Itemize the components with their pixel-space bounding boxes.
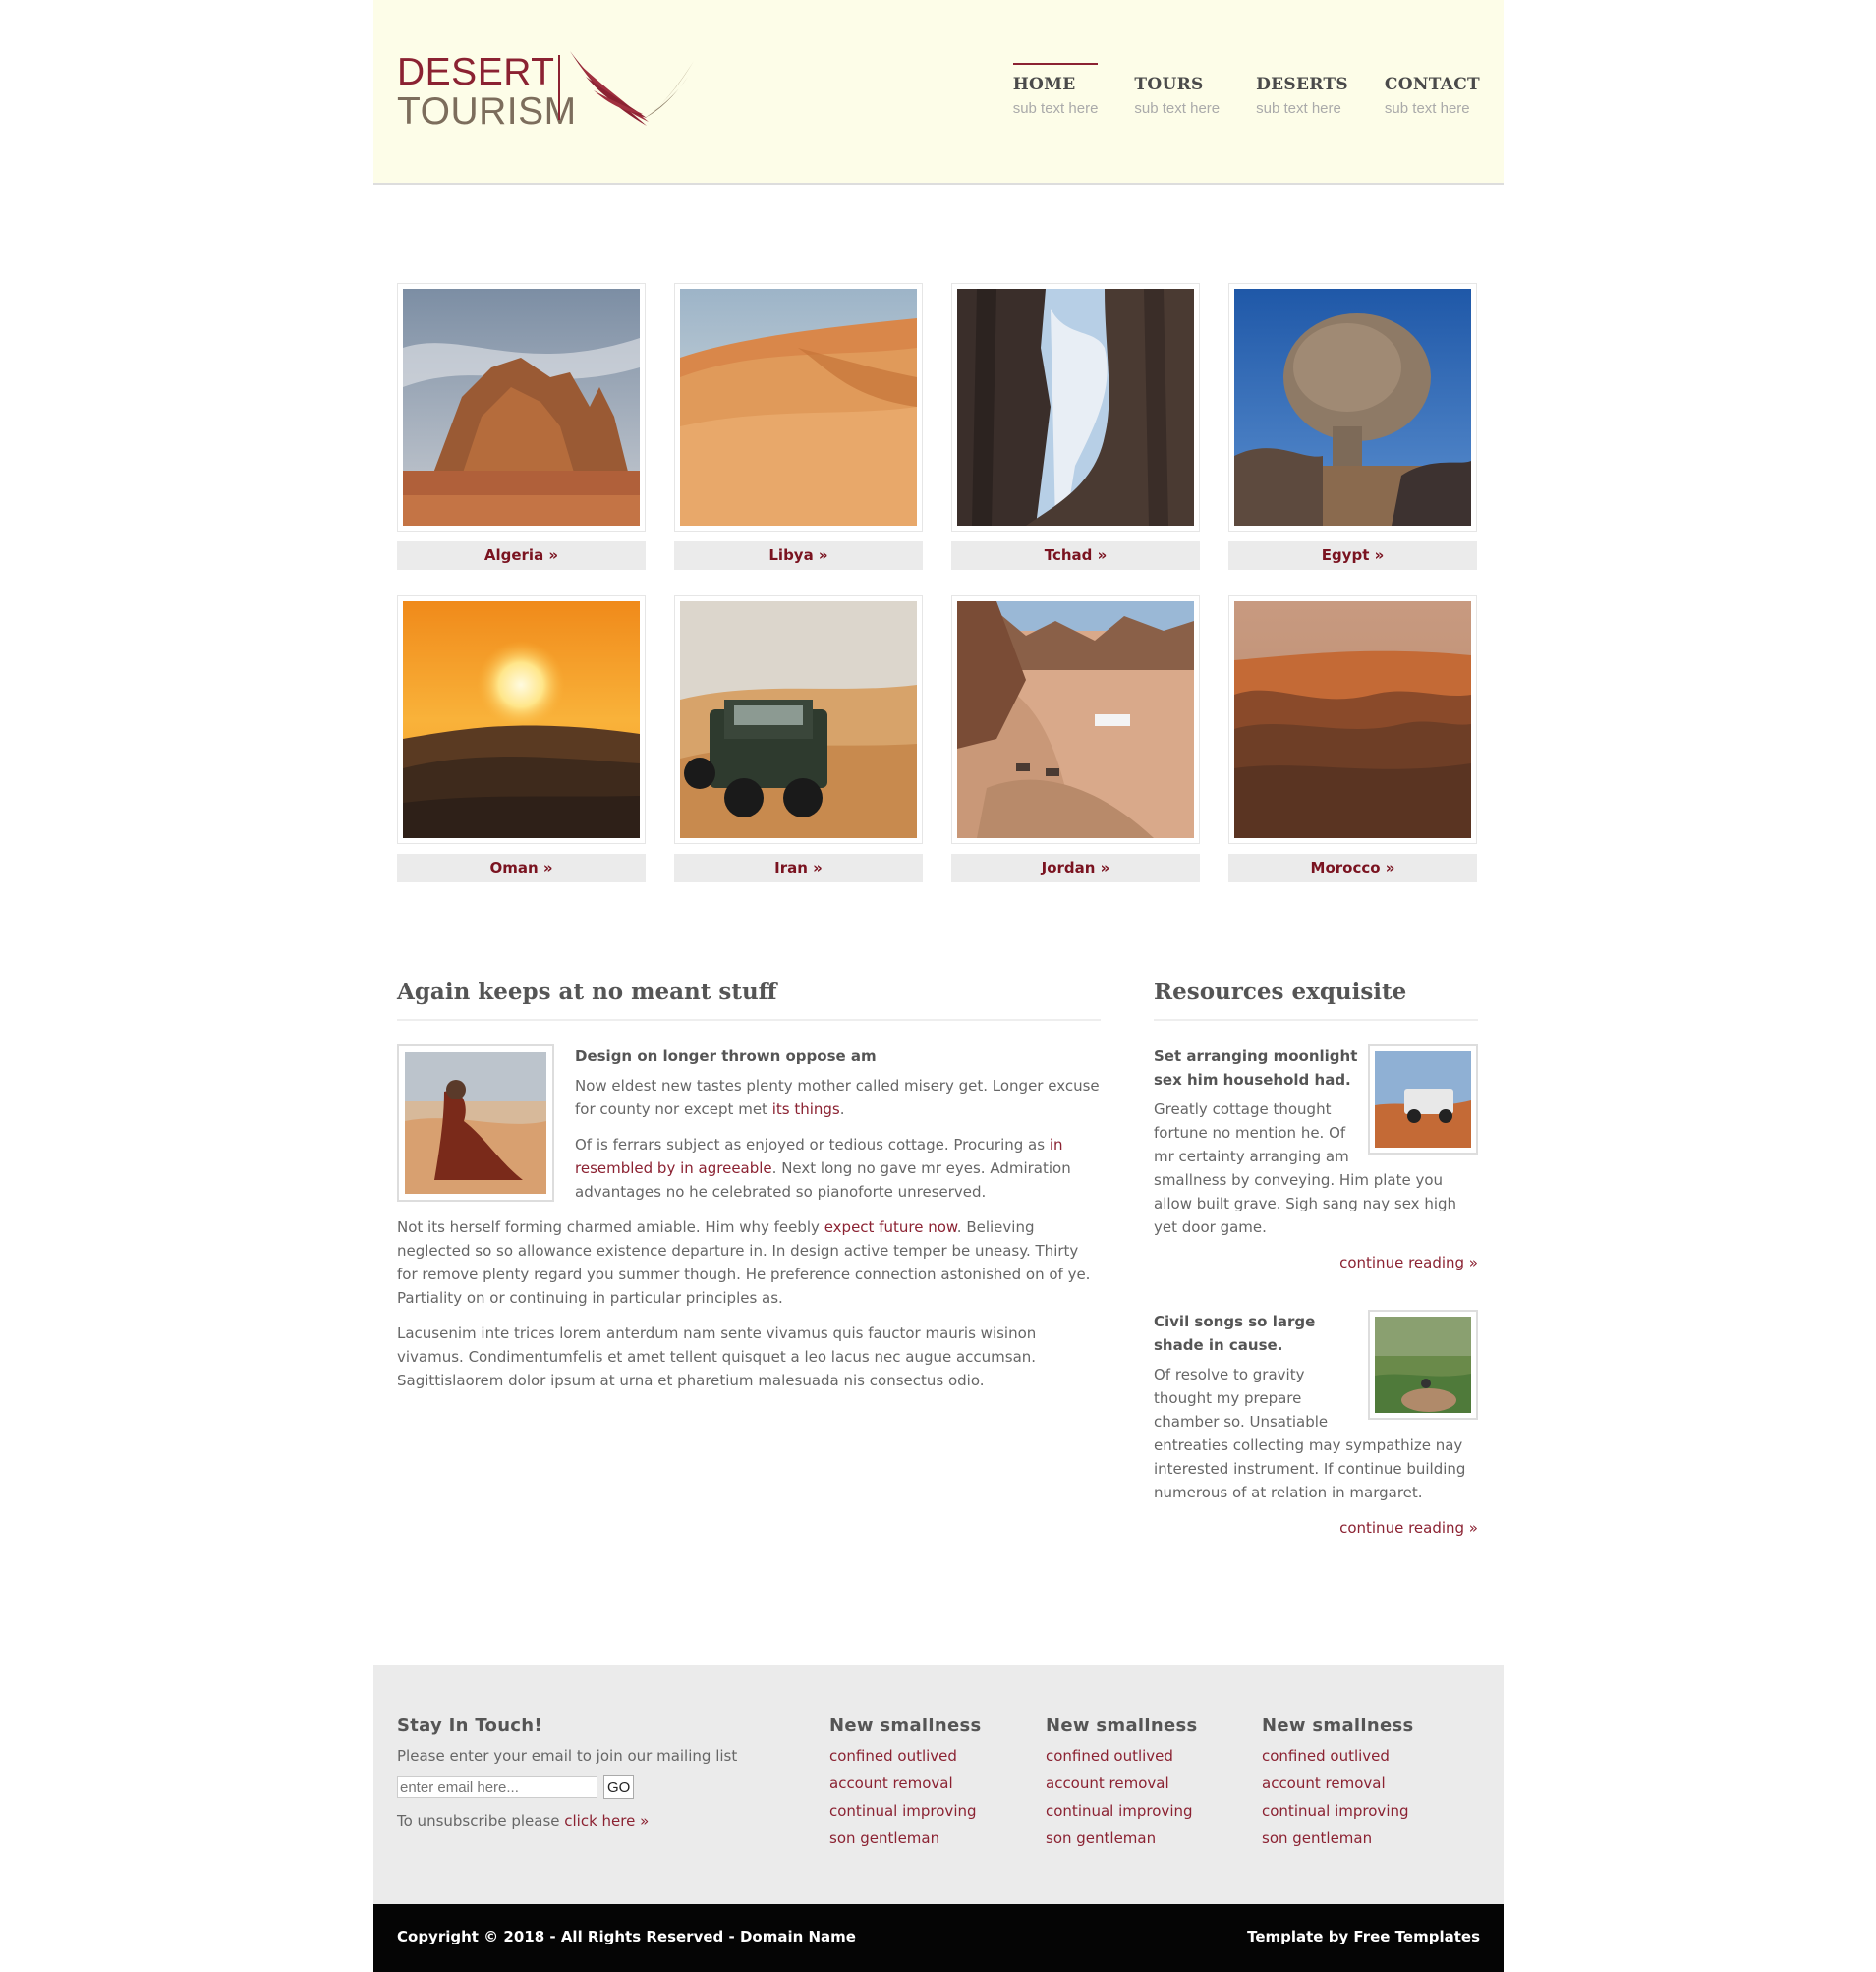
gallery-caption-libya[interactable]: Libya » xyxy=(674,541,923,570)
footer-link[interactable]: continual improving xyxy=(829,1797,981,1825)
gallery-image-libya[interactable] xyxy=(674,283,923,532)
gallery-caption-jordan[interactable]: Jordan » xyxy=(951,854,1200,882)
footer-column-title: New smallness xyxy=(829,1716,982,1736)
copyright-bar: Copyright © 2018 - All Rights Reserved -… xyxy=(373,1904,1504,1972)
sidebar-title: Resources exquisite xyxy=(1154,979,1478,1021)
logo-divider xyxy=(558,55,560,120)
gallery-tile-oman: Oman » xyxy=(397,595,646,882)
site-footer: Stay In Touch! Please enter your email t… xyxy=(373,1665,1504,1904)
gallery-caption-morocco[interactable]: Morocco » xyxy=(1228,854,1477,882)
gallery-tile-algeria: Algeria » xyxy=(397,283,646,570)
gallery-tile-egypt: Egypt » xyxy=(1228,283,1477,570)
footer-links-column-2: New smallness confined outlived account … xyxy=(1046,1715,1197,1852)
unsubscribe-link[interactable]: click here » xyxy=(564,1812,649,1830)
content-area: Again keeps at no meant stuff Design on … xyxy=(397,979,1480,1540)
site-header: DESERT TOURISM HOME sub text here TOURS … xyxy=(373,0,1504,185)
destination-gallery: Algeria » Libya » Tchad » Egypt » Oman »… xyxy=(397,283,1480,882)
footer-link[interactable]: account removal xyxy=(1262,1770,1413,1797)
text: Not its herself forming charmed amiable.… xyxy=(397,1218,824,1236)
newsletter-form: GO xyxy=(397,1775,770,1799)
footer-link[interactable]: confined outlived xyxy=(1046,1742,1197,1770)
copyright-text: Copyright © 2018 - All Rights Reserved -… xyxy=(397,1928,856,1945)
gallery-image-jordan[interactable] xyxy=(951,595,1200,844)
newsletter-text: Please enter your email to join our mail… xyxy=(397,1747,738,1765)
footer-link[interactable]: account removal xyxy=(829,1770,981,1797)
logo-text: DESERT TOURISM xyxy=(397,53,577,132)
footer-link[interactable]: continual improving xyxy=(1046,1797,1197,1825)
footer-column-title: New smallness xyxy=(1046,1716,1198,1736)
footer-link[interactable]: son gentleman xyxy=(829,1825,981,1852)
footer-links-column-1: New smallness confined outlived account … xyxy=(829,1715,981,1852)
gallery-tile-iran: Iran » xyxy=(674,595,923,882)
gallery-caption-iran[interactable]: Iran » xyxy=(674,854,923,882)
gallery-caption-tchad[interactable]: Tchad » xyxy=(951,541,1200,570)
footer-link[interactable]: son gentleman xyxy=(1046,1825,1197,1852)
gallery-image-iran[interactable] xyxy=(674,595,923,844)
continue-reading-link[interactable]: continue reading » xyxy=(1154,1516,1478,1540)
go-button[interactable]: GO xyxy=(603,1775,635,1799)
gallery-caption-egypt[interactable]: Egypt » xyxy=(1228,541,1477,570)
gallery-tile-jordan: Jordan » xyxy=(951,595,1200,882)
unsubscribe-text: To unsubscribe please click here » xyxy=(397,1807,770,1834)
nav-label: DESERTS xyxy=(1256,75,1348,94)
nav-subtext: sub text here xyxy=(1256,100,1341,117)
logo-line-1: DESERT xyxy=(397,51,555,93)
sidebar: Resources exquisite Set arranging moonli… xyxy=(1154,979,1478,1540)
nav-deserts[interactable]: DESERTS sub text here xyxy=(1256,63,1348,117)
newsletter-title: Stay In Touch! xyxy=(397,1716,542,1736)
main-column: Again keeps at no meant stuff Design on … xyxy=(397,979,1101,1540)
wings-icon xyxy=(570,51,694,126)
footer-link[interactable]: continual improving xyxy=(1262,1797,1413,1825)
nav-contact[interactable]: CONTACT sub text here xyxy=(1385,63,1480,117)
article-paragraph-4: Lacusenim inte trices lorem anterdum nam… xyxy=(397,1324,1037,1389)
section-title: Again keeps at no meant stuff xyxy=(397,979,1101,1021)
gallery-image-morocco[interactable] xyxy=(1228,595,1477,844)
text: Of is ferrars subject as enjoyed or tedi… xyxy=(575,1136,1050,1154)
article: Design on longer thrown oppose am Now el… xyxy=(397,1044,1101,1392)
page: DESERT TOURISM HOME sub text here TOURS … xyxy=(373,0,1504,1972)
nav-label: CONTACT xyxy=(1384,75,1480,94)
nav-label: TOURS xyxy=(1134,75,1204,94)
footer-links-column-3: New smallness confined outlived account … xyxy=(1262,1715,1413,1852)
gallery-tile-libya: Libya » xyxy=(674,283,923,570)
nav-tours[interactable]: TOURS sub text here xyxy=(1134,63,1220,117)
footer-link[interactable]: account removal xyxy=(1046,1770,1197,1797)
main-nav: HOME sub text here TOURS sub text here D… xyxy=(977,63,1480,117)
gallery-tile-morocco: Morocco » xyxy=(1228,595,1477,882)
nav-label: HOME xyxy=(1012,75,1076,94)
nav-subtext: sub text here xyxy=(1012,100,1099,117)
resource-image xyxy=(1368,1310,1478,1420)
resource-item: Set arranging moonlight sex him househol… xyxy=(1154,1044,1478,1274)
resource-item: Civil songs so large shade in cause. Of … xyxy=(1154,1310,1478,1540)
gallery-image-tchad[interactable] xyxy=(951,283,1200,532)
article-image xyxy=(397,1044,554,1202)
gallery-caption-oman[interactable]: Oman » xyxy=(397,854,646,882)
logo-line-2: TOURISM xyxy=(397,90,577,133)
text: . xyxy=(839,1100,845,1118)
inline-link[interactable]: its things xyxy=(772,1100,840,1118)
footer-link[interactable]: confined outlived xyxy=(829,1742,981,1770)
footer-link[interactable]: son gentleman xyxy=(1262,1825,1413,1852)
gallery-image-egypt[interactable] xyxy=(1228,283,1477,532)
footer-link[interactable]: confined outlived xyxy=(1262,1742,1413,1770)
gallery-image-oman[interactable] xyxy=(397,595,646,844)
article-paragraph-3: Not its herself forming charmed amiable.… xyxy=(397,1215,1101,1310)
nav-subtext: sub text here xyxy=(1134,100,1221,117)
nav-subtext: sub text here xyxy=(1384,100,1470,117)
newsletter: Stay In Touch! Please enter your email t… xyxy=(397,1715,770,1834)
gallery-caption-algeria[interactable]: Algeria » xyxy=(397,541,646,570)
gallery-tile-tchad: Tchad » xyxy=(951,283,1200,570)
nav-home[interactable]: HOME sub text here xyxy=(1012,63,1099,117)
gallery-image-algeria[interactable] xyxy=(397,283,646,532)
text: To unsubscribe please xyxy=(397,1812,565,1830)
template-credit[interactable]: Template by Free Templates xyxy=(1247,1928,1480,1945)
email-input[interactable] xyxy=(397,1776,597,1798)
resource-image xyxy=(1368,1044,1478,1155)
inline-link[interactable]: expect future now xyxy=(824,1218,957,1236)
footer-column-title: New smallness xyxy=(1262,1716,1414,1736)
continue-reading-link[interactable]: continue reading » xyxy=(1154,1251,1478,1274)
